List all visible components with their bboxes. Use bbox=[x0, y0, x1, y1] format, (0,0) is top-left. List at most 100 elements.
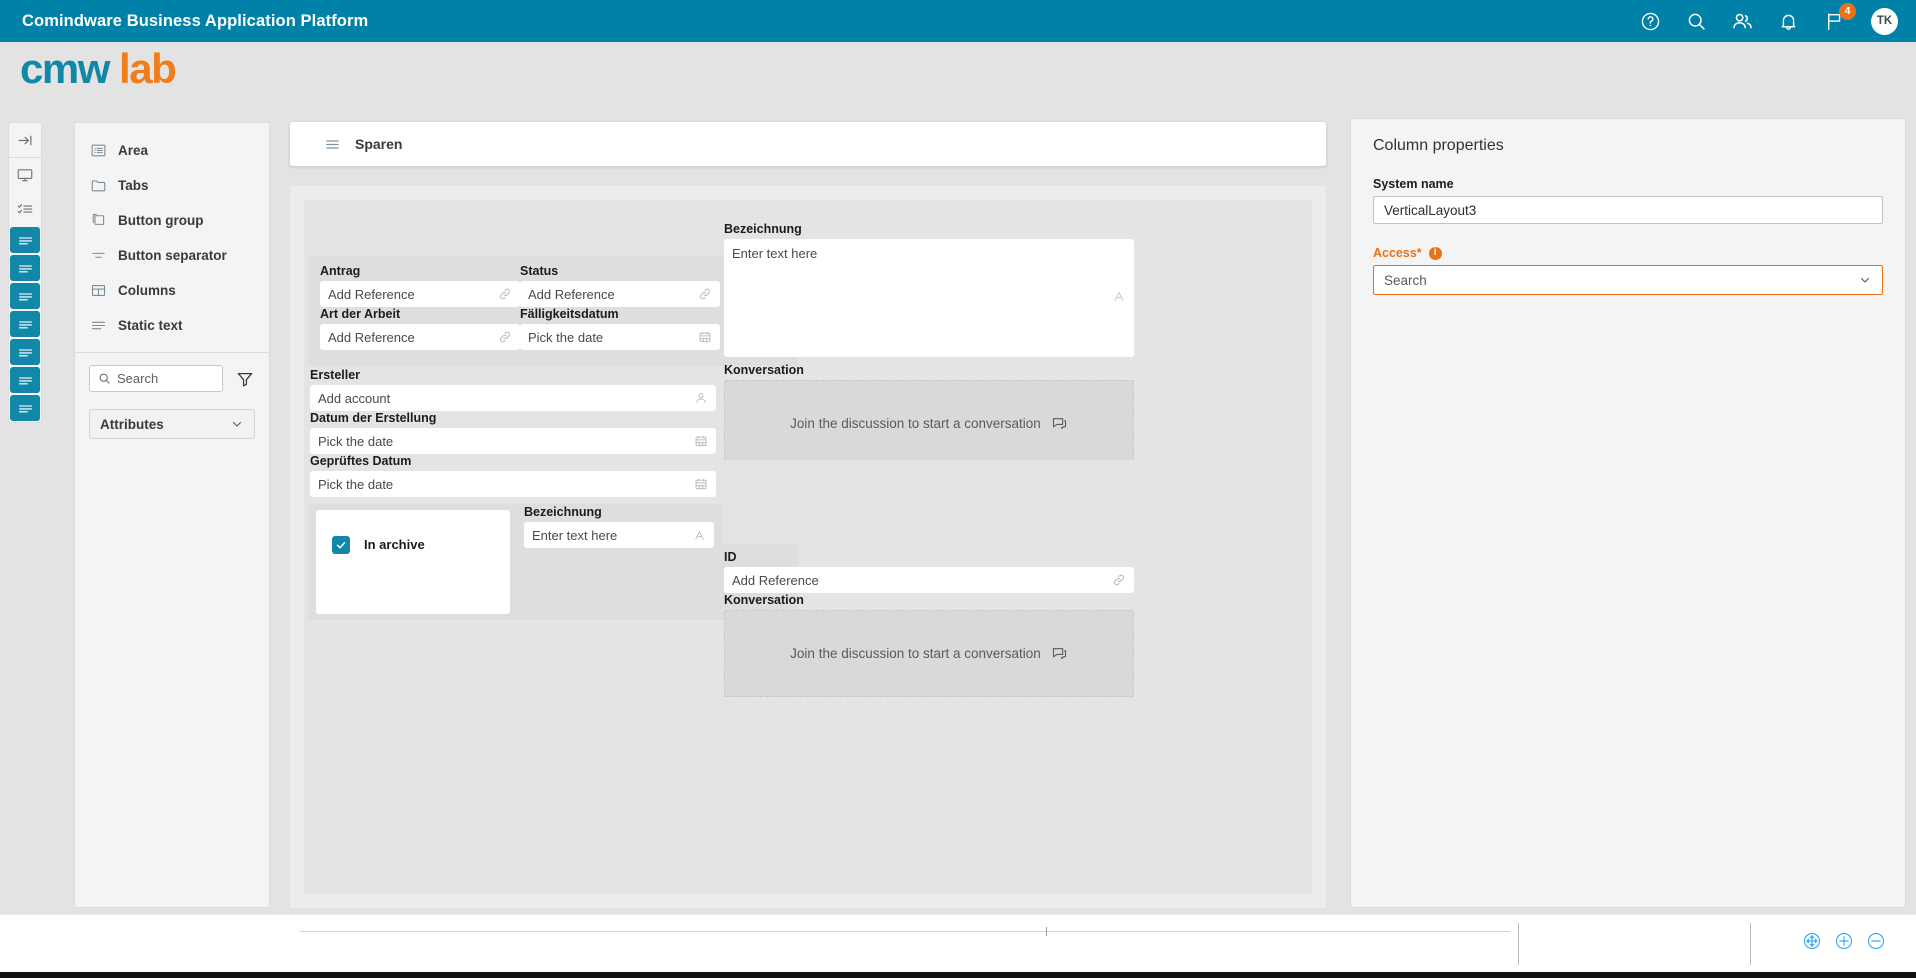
palette-item-static-text[interactable]: Static text bbox=[75, 308, 269, 343]
flag-badge-count: 4 bbox=[1839, 3, 1856, 20]
field-label: Status bbox=[520, 264, 559, 278]
palette-search-row: Search bbox=[75, 353, 269, 392]
palette-item-columns[interactable]: Columns bbox=[75, 273, 269, 308]
search-placeholder-text: Search bbox=[117, 371, 159, 386]
field-placeholder: Add Reference bbox=[732, 572, 819, 588]
field-placeholder: Pick the date bbox=[318, 476, 394, 492]
conversation-placeholder[interactable]: Join the discussion to start a conversat… bbox=[724, 610, 1134, 697]
chat-icon bbox=[1051, 415, 1068, 432]
avatar[interactable]: TK bbox=[1871, 7, 1898, 35]
canvas-ruler-tick bbox=[1046, 927, 1047, 936]
palette-item-area[interactable]: Area bbox=[75, 133, 269, 168]
access-label: Access* bbox=[1373, 246, 1422, 260]
conversation-label: Konversation bbox=[724, 593, 804, 607]
brand-bar bbox=[0, 42, 1916, 106]
field-label: Datum der Erstellung bbox=[310, 411, 437, 425]
filter-icon[interactable] bbox=[235, 369, 255, 389]
palette-item-button-separator[interactable]: Button separator bbox=[75, 238, 269, 273]
field-label: Antrag bbox=[320, 264, 361, 278]
textarea-input[interactable]: Enter text here bbox=[724, 239, 1134, 357]
field-faelligkeitsdatum: Fälligkeitsdatum Pick the date bbox=[520, 307, 720, 350]
layout-block-item[interactable] bbox=[10, 255, 40, 281]
calendar-icon bbox=[694, 434, 708, 448]
link-icon bbox=[498, 330, 512, 344]
toolbar-title: Sparen bbox=[355, 136, 403, 152]
field-antrag: Antrag Add Reference bbox=[320, 264, 520, 307]
search-icon[interactable] bbox=[1683, 8, 1709, 34]
layout-block-item[interactable] bbox=[10, 311, 40, 337]
layout-block-item[interactable] bbox=[10, 339, 40, 365]
layout-block-item[interactable] bbox=[10, 395, 40, 421]
pan-icon[interactable] bbox=[1802, 931, 1822, 951]
lines-icon bbox=[89, 317, 107, 335]
field-input[interactable]: Enter text here bbox=[524, 522, 714, 548]
desktop-preview-icon[interactable] bbox=[9, 158, 41, 192]
attributes-dropdown[interactable]: Attributes bbox=[89, 409, 255, 439]
form-canvas: Antrag Add Reference Status Add Referenc… bbox=[290, 186, 1326, 908]
in-archive-label: In archive bbox=[364, 537, 425, 552]
layout-block-item[interactable] bbox=[10, 227, 40, 253]
field-label: Geprüftes Datum bbox=[310, 454, 412, 468]
header-actions: 4 TK bbox=[1637, 3, 1898, 35]
field-input[interactable]: Pick the date bbox=[520, 324, 720, 350]
chevron-down-icon bbox=[1858, 273, 1872, 287]
access-dropdown[interactable]: Search bbox=[1373, 265, 1883, 295]
users-icon[interactable] bbox=[1729, 8, 1755, 34]
field-label: Ersteller bbox=[310, 368, 361, 382]
flag-icon[interactable]: 4 bbox=[1821, 3, 1856, 34]
field-input[interactable]: Add Reference bbox=[320, 324, 520, 350]
palette-item-button-group[interactable]: Button group bbox=[75, 203, 269, 238]
in-archive-checkbox[interactable] bbox=[332, 536, 350, 554]
field-art-der-arbeit: Art der Arbeit Add Reference bbox=[320, 307, 520, 350]
brand-logo-lab: lab bbox=[119, 45, 177, 92]
form-canvas-inner: Antrag Add Reference Status Add Referenc… bbox=[304, 200, 1312, 894]
zoom-in-icon[interactable] bbox=[1834, 931, 1854, 951]
layout-block-item[interactable] bbox=[10, 283, 40, 309]
field-label: Bezeichnung bbox=[724, 222, 802, 236]
conversation-placeholder[interactable]: Join the discussion to start a conversat… bbox=[724, 380, 1134, 467]
field-placeholder: Add account bbox=[318, 390, 391, 406]
text-format-icon bbox=[1112, 290, 1126, 307]
field-status: Status Add Reference bbox=[520, 264, 720, 307]
field-placeholder: Add Reference bbox=[328, 329, 415, 345]
zoom-controls bbox=[1802, 931, 1886, 951]
checklist-icon[interactable] bbox=[9, 192, 41, 226]
calendar-icon bbox=[694, 477, 708, 491]
field-bezeichnung-small: Bezeichnung Enter text here bbox=[524, 505, 714, 548]
link-icon bbox=[498, 287, 512, 301]
link-icon bbox=[698, 287, 712, 301]
link-icon bbox=[1112, 573, 1126, 587]
list-box-icon bbox=[89, 142, 107, 160]
field-placeholder: Add Reference bbox=[528, 286, 615, 302]
bell-icon[interactable] bbox=[1775, 8, 1801, 34]
field-input[interactable]: Add account bbox=[310, 385, 716, 411]
columns-icon bbox=[89, 282, 107, 300]
help-icon[interactable] bbox=[1637, 8, 1663, 34]
field-input[interactable]: Add Reference bbox=[320, 281, 520, 307]
folder-icon bbox=[89, 177, 107, 195]
separator-icon bbox=[89, 247, 107, 265]
copy-icon bbox=[89, 212, 107, 230]
access-placeholder: Search bbox=[1384, 272, 1427, 288]
info-icon[interactable]: i bbox=[1428, 246, 1442, 260]
field-input[interactable]: Pick the date bbox=[310, 471, 716, 497]
system-name-input[interactable]: VerticalLayout3 bbox=[1373, 196, 1883, 224]
palette-item-tabs[interactable]: Tabs bbox=[75, 168, 269, 203]
search-input[interactable]: Search bbox=[89, 365, 223, 392]
zoom-out-icon[interactable] bbox=[1866, 931, 1886, 951]
field-input[interactable]: Add Reference bbox=[724, 567, 1134, 593]
field-placeholder: Add Reference bbox=[328, 286, 415, 302]
components-palette-panel: Area Tabs Button group Button separator … bbox=[74, 122, 270, 908]
hamburger-icon[interactable] bbox=[324, 136, 341, 153]
in-archive-card: In archive bbox=[316, 510, 510, 614]
layout-block-item[interactable] bbox=[10, 367, 40, 393]
calendar-icon bbox=[698, 330, 712, 344]
top-header-bar: Comindware Business Application Platform bbox=[0, 0, 1916, 42]
field-input[interactable]: Add Reference bbox=[520, 281, 720, 307]
form-toolbar[interactable]: Sparen bbox=[290, 122, 1326, 166]
collapse-panel-icon[interactable] bbox=[9, 123, 41, 157]
conversation-text: Join the discussion to start a conversat… bbox=[790, 416, 1041, 431]
field-input[interactable]: Pick the date bbox=[310, 428, 716, 454]
textarea-placeholder: Enter text here bbox=[732, 246, 818, 261]
field-placeholder: Enter text here bbox=[532, 527, 618, 543]
